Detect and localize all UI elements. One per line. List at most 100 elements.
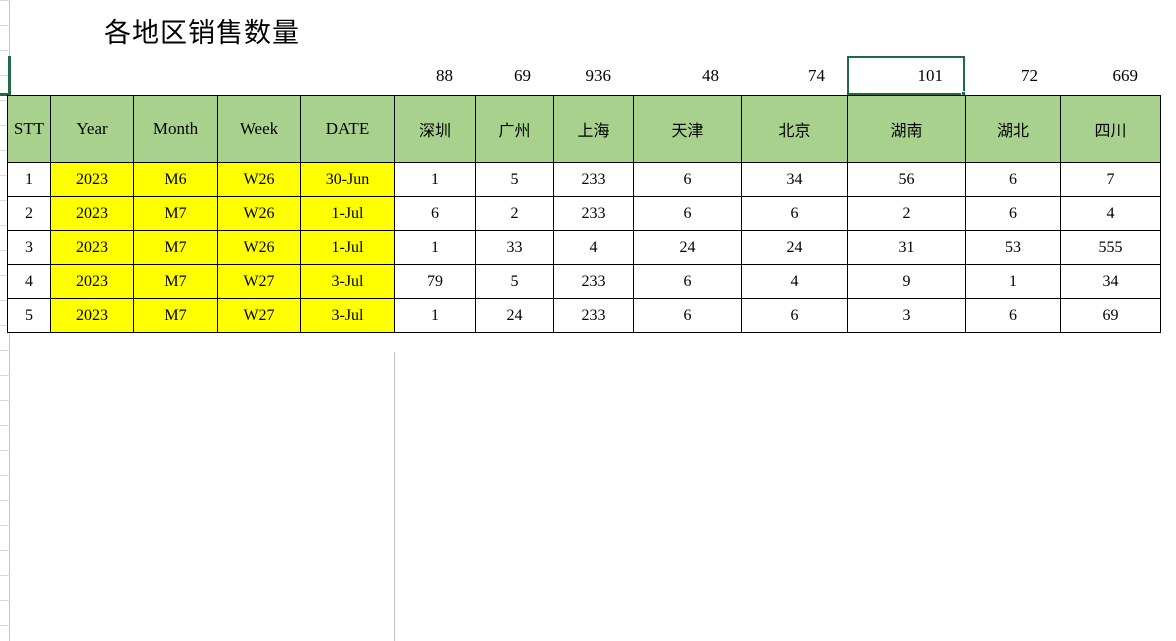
cell-month[interactable]: M7	[133, 298, 218, 333]
cell-month[interactable]: M7	[133, 264, 218, 299]
cell-sichuan[interactable]: 34	[1060, 264, 1161, 299]
summary-cell-hubei[interactable]: 72	[965, 56, 1060, 95]
cell-shenzhen[interactable]: 1	[394, 162, 476, 197]
cell-month[interactable]: M6	[133, 162, 218, 197]
cell-beijing[interactable]: 34	[741, 162, 848, 197]
cell-stt[interactable]: 4	[7, 264, 51, 299]
cell-hunan[interactable]: 31	[847, 230, 966, 265]
cell-sichuan[interactable]: 4	[1060, 196, 1161, 231]
cell-sichuan[interactable]: 69	[1060, 298, 1161, 333]
gridline	[0, 475, 10, 476]
cell-shenzhen[interactable]: 1	[394, 230, 476, 265]
gridline	[0, 550, 10, 551]
column-header-week[interactable]: Week	[217, 95, 301, 163]
cell-hubei[interactable]: 1	[965, 264, 1061, 299]
cell-week[interactable]: W27	[217, 264, 301, 299]
summary-cell-sichuan[interactable]: 669	[1060, 56, 1160, 95]
gridline	[0, 375, 10, 376]
cell-stt[interactable]: 1	[7, 162, 51, 197]
cell-stt[interactable]: 2	[7, 196, 51, 231]
cell-guangzhou[interactable]: 24	[475, 298, 554, 333]
cell-hubei[interactable]: 53	[965, 230, 1061, 265]
cell-tianjin[interactable]: 6	[633, 162, 742, 197]
cell-shenzhen[interactable]: 6	[394, 196, 476, 231]
column-header-shanghai[interactable]: 上海	[553, 95, 634, 163]
column-header-year[interactable]: Year	[50, 95, 134, 163]
gridline	[0, 400, 10, 401]
cell-date[interactable]: 30-Jun	[300, 162, 395, 197]
cell-month[interactable]: M7	[133, 230, 218, 265]
page-title: 各地区销售数量	[104, 17, 300, 48]
gridline	[0, 25, 10, 26]
cell-shanghai[interactable]: 233	[553, 298, 634, 333]
cell-year[interactable]: 2023	[50, 162, 134, 197]
cell-shanghai[interactable]: 233	[553, 196, 634, 231]
cell-tianjin[interactable]: 24	[633, 230, 742, 265]
column-header-stt[interactable]: STT	[7, 95, 51, 163]
cell-hubei[interactable]: 6	[965, 196, 1061, 231]
cell-shanghai[interactable]: 233	[553, 264, 634, 299]
cell-year[interactable]: 2023	[50, 264, 134, 299]
cell-guangzhou[interactable]: 2	[475, 196, 554, 231]
column-header-sichuan[interactable]: 四川	[1060, 95, 1161, 163]
cell-hubei[interactable]: 6	[965, 298, 1061, 333]
cell-hunan[interactable]: 3	[847, 298, 966, 333]
cell-hunan[interactable]: 56	[847, 162, 966, 197]
cell-tianjin[interactable]: 6	[633, 196, 742, 231]
cell-shanghai[interactable]: 4	[553, 230, 634, 265]
cell-week[interactable]: W26	[217, 162, 301, 197]
cell-beijing[interactable]: 6	[741, 196, 848, 231]
cell-month[interactable]: M7	[133, 196, 218, 231]
cell-shanghai[interactable]: 233	[553, 162, 634, 197]
column-header-guangzhou[interactable]: 广州	[475, 95, 554, 163]
cell-stt[interactable]: 3	[7, 230, 51, 265]
column-header-hubei[interactable]: 湖北	[965, 95, 1061, 163]
cell-date[interactable]: 1-Jul	[300, 230, 395, 265]
column-header-beijing[interactable]: 北京	[741, 95, 848, 163]
empty-area-vertical-gridline	[394, 352, 395, 641]
cell-hunan[interactable]: 9	[847, 264, 966, 299]
column-header-hunan[interactable]: 湖南	[847, 95, 966, 163]
cell-date[interactable]: 3-Jul	[300, 298, 395, 333]
cell-stt[interactable]: 5	[7, 298, 51, 333]
cell-year[interactable]: 2023	[50, 196, 134, 231]
column-header-shenzhen[interactable]: 深圳	[394, 95, 476, 163]
cell-guangzhou[interactable]: 5	[475, 264, 554, 299]
cell-guangzhou[interactable]: 5	[475, 162, 554, 197]
cell-tianjin[interactable]: 6	[633, 298, 742, 333]
summary-cell-shenzhen[interactable]: 88	[394, 56, 475, 95]
summary-cell-shanghai[interactable]: 936	[553, 56, 633, 95]
cell-tianjin[interactable]: 6	[633, 264, 742, 299]
cell-beijing[interactable]: 4	[741, 264, 848, 299]
cell-year[interactable]: 2023	[50, 298, 134, 333]
cell-sichuan[interactable]: 7	[1060, 162, 1161, 197]
summary-cell-guangzhou[interactable]: 69	[475, 56, 553, 95]
cell-hubei[interactable]: 6	[965, 162, 1061, 197]
column-header-month[interactable]: Month	[133, 95, 218, 163]
column-header-date[interactable]: DATE	[300, 95, 395, 163]
gridline	[0, 500, 10, 501]
cell-shenzhen[interactable]: 79	[394, 264, 476, 299]
cell-week[interactable]: W26	[217, 230, 301, 265]
cell-week[interactable]: W26	[217, 196, 301, 231]
cell-guangzhou[interactable]: 33	[475, 230, 554, 265]
cell-hunan[interactable]: 2	[847, 196, 966, 231]
gridline	[0, 600, 10, 601]
column-header-tianjin[interactable]: 天津	[633, 95, 742, 163]
cell-week[interactable]: W27	[217, 298, 301, 333]
table-row: 3 2023 M7 W26 1-Jul 1 33 4 24 24 31 53 555	[7, 230, 1161, 265]
offscreen-selection-edge	[8, 56, 11, 95]
cell-year[interactable]: 2023	[50, 230, 134, 265]
gridline	[0, 350, 10, 351]
cell-beijing[interactable]: 6	[741, 298, 848, 333]
cell-beijing[interactable]: 24	[741, 230, 848, 265]
summary-cell-tianjin[interactable]: 48	[633, 56, 741, 95]
cell-date[interactable]: 1-Jul	[300, 196, 395, 231]
cell-shenzhen[interactable]: 1	[394, 298, 476, 333]
gridline	[0, 425, 10, 426]
selected-cell[interactable]: 101	[847, 56, 967, 97]
cell-date[interactable]: 3-Jul	[300, 264, 395, 299]
summary-cell-beijing[interactable]: 74	[741, 56, 847, 95]
data-table: STT Year Month Week DATE 深圳 广州 上海 天津 北京 湖南 湖北 四川 1 20…	[7, 95, 1161, 333]
cell-sichuan[interactable]: 555	[1060, 230, 1161, 265]
